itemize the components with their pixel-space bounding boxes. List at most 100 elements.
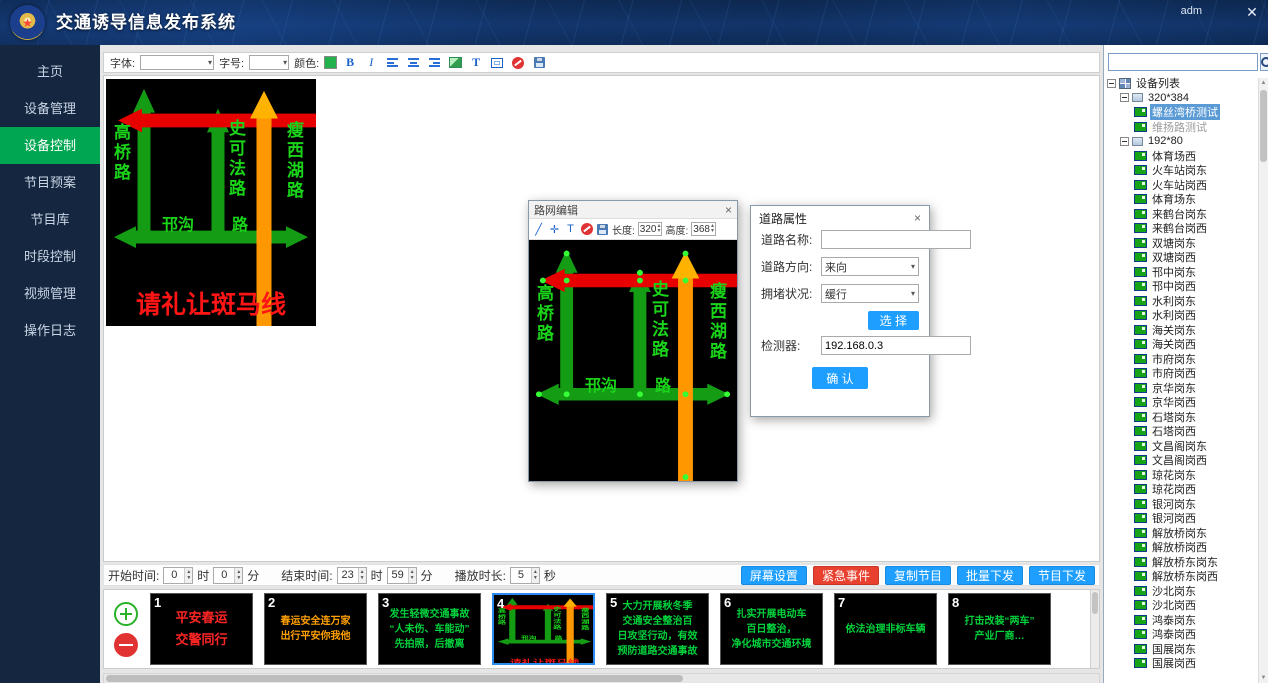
- italic-button[interactable]: I: [363, 55, 379, 71]
- fit-screen-button[interactable]: [489, 55, 505, 71]
- bold-button[interactable]: B: [342, 55, 358, 71]
- device-tree-item[interactable]: 火车站岗西: [1104, 178, 1257, 193]
- device-tree-item[interactable]: 京华岗西: [1104, 395, 1257, 410]
- congestion-select[interactable]: 缓行▾: [821, 284, 919, 303]
- device-tree-item[interactable]: 来鹤台岗东: [1104, 207, 1257, 222]
- user-menu[interactable]: adm: [1181, 5, 1202, 17]
- device-tree-item[interactable]: 文昌阁岗西: [1104, 453, 1257, 468]
- save-button[interactable]: [531, 55, 547, 71]
- tree-collapse-icon[interactable]: [1120, 137, 1129, 146]
- program-thumb-4[interactable]: 4 高桥路: [492, 593, 595, 665]
- close-icon[interactable]: ×: [725, 204, 732, 216]
- delete-button[interactable]: [510, 55, 526, 71]
- sidebar-item[interactable]: 时段控制: [0, 238, 100, 275]
- device-tree-item[interactable]: 海关岗东: [1104, 323, 1257, 338]
- close-icon[interactable]: ×: [914, 212, 921, 224]
- align-center-button[interactable]: [405, 55, 421, 71]
- device-tree-item[interactable]: 水利岗西: [1104, 308, 1257, 323]
- device-tree-item[interactable]: 琼花岗东: [1104, 468, 1257, 483]
- dialog-titlebar[interactable]: 路网编辑 ×: [529, 201, 737, 219]
- device-tree-item[interactable]: 京华岗东: [1104, 381, 1257, 396]
- scrollbar-thumb[interactable]: [106, 675, 683, 682]
- device-tree-item[interactable]: 解放桥岗西: [1104, 540, 1257, 555]
- device-tree-item[interactable]: 水利岗东: [1104, 294, 1257, 309]
- sidebar-item[interactable]: 节目库: [0, 201, 100, 238]
- program-thumb-8[interactable]: 8 打击改装“两车” 产业厂商…: [948, 593, 1051, 665]
- add-program-button[interactable]: [114, 602, 138, 626]
- batch-send-button[interactable]: 批量下发: [957, 566, 1023, 585]
- move-tool[interactable]: ✛: [548, 222, 561, 236]
- height-input[interactable]: 368▴▾: [691, 222, 716, 236]
- device-tree-item[interactable]: 市府岗西: [1104, 366, 1257, 381]
- device-tree-item[interactable]: 琼花岗西: [1104, 482, 1257, 497]
- led-preview[interactable]: 高桥路 史可法路 瘦西湖路 邗沟 路 请礼让斑马线: [106, 79, 316, 326]
- device-tree-item[interactable]: 双塘岗东: [1104, 236, 1257, 251]
- device-tree-item[interactable]: 鸿泰岗东: [1104, 613, 1257, 628]
- device-tree-item[interactable]: 解放桥岗东: [1104, 526, 1257, 541]
- program-thumb-7[interactable]: 7 依法治理非标车辆: [834, 593, 937, 665]
- sidebar-item[interactable]: 视频管理: [0, 275, 100, 312]
- device-tree-item[interactable]: 石塔岗西: [1104, 424, 1257, 439]
- select-detector-button[interactable]: 选 择: [868, 311, 919, 330]
- remove-program-button[interactable]: [114, 633, 138, 657]
- device-tree-item[interactable]: 双塘岗西: [1104, 250, 1257, 265]
- device-tree-item[interactable]: 体育场西: [1104, 149, 1257, 164]
- device-tree-item[interactable]: 来鹤台岗西: [1104, 221, 1257, 236]
- save-tool[interactable]: [596, 222, 609, 236]
- playlist-scrollbar[interactable]: [1090, 590, 1099, 668]
- text-tool[interactable]: T: [564, 222, 577, 236]
- insert-image-button[interactable]: [447, 55, 463, 71]
- spinner-icon[interactable]: ▴▾: [711, 224, 714, 234]
- font-select[interactable]: ▾: [140, 55, 214, 70]
- program-thumb-2[interactable]: 2 春运安全连万家 出行平安你我他: [264, 593, 367, 665]
- spinner-icon[interactable]: ▲▼: [408, 568, 416, 583]
- start-hour-input[interactable]: 0▲▼: [163, 567, 193, 584]
- sidebar-item[interactable]: 操作日志: [0, 312, 100, 349]
- sidebar-item[interactable]: 节目预案: [0, 164, 100, 201]
- program-thumb-5[interactable]: 5 大力开展秋冬季 交通安全整治百 日攻坚行动，有效 预防道路交通事故: [606, 593, 709, 665]
- window-close-button[interactable]: ✕: [1242, 2, 1262, 22]
- device-tree-item[interactable]: 海关岗西: [1104, 337, 1257, 352]
- spinner-icon[interactable]: ▲▼: [358, 568, 366, 583]
- align-right-button[interactable]: [426, 55, 442, 71]
- spinner-icon[interactable]: ▲▼: [531, 568, 539, 583]
- program-thumb-6[interactable]: 6 扎实开展电动车 百日整治， 净化城市交通环境: [720, 593, 823, 665]
- search-input[interactable]: [1108, 53, 1258, 71]
- tree-collapse-icon[interactable]: [1107, 79, 1116, 88]
- device-tree-item[interactable]: 体育场东: [1104, 192, 1257, 207]
- spinner-icon[interactable]: ▲▼: [234, 568, 242, 583]
- dialog-titlebar[interactable]: 道路属性 ×: [751, 206, 929, 230]
- device-tree-item[interactable]: 银河岗东: [1104, 497, 1257, 512]
- text-tool-button[interactable]: T: [468, 55, 484, 71]
- device-tree-item[interactable]: 螺丝湾桥测试: [1104, 105, 1257, 120]
- spinner-icon[interactable]: ▴▾: [657, 224, 660, 234]
- vertical-scrollbar[interactable]: ▲ ▼: [1258, 78, 1268, 683]
- device-tree-item[interactable]: 设备列表: [1104, 76, 1257, 91]
- device-tree-item[interactable]: 320*384: [1104, 91, 1257, 106]
- program-thumb-3[interactable]: 3 发生轻微交通事故 “人未伤、车能动” 先拍照，后撤离: [378, 593, 481, 665]
- device-tree-item[interactable]: 192*80: [1104, 134, 1257, 149]
- device-tree-item[interactable]: 沙北岗西: [1104, 598, 1257, 613]
- delete-tool[interactable]: [580, 222, 593, 236]
- program-send-button[interactable]: 节目下发: [1029, 566, 1095, 585]
- scrollbar-thumb[interactable]: [1260, 90, 1267, 162]
- device-tree-item[interactable]: 火车站岗东: [1104, 163, 1257, 178]
- start-minute-input[interactable]: 0▲▼: [213, 567, 243, 584]
- device-tree-item[interactable]: 邗中岗西: [1104, 279, 1257, 294]
- device-tree-item[interactable]: 解放桥东岗西: [1104, 569, 1257, 584]
- sidebar-item[interactable]: 设备管理: [0, 90, 100, 127]
- device-tree-item[interactable]: 邗中岗东: [1104, 265, 1257, 280]
- spinner-icon[interactable]: ▲▼: [184, 568, 192, 583]
- end-hour-input[interactable]: 23▲▼: [337, 567, 367, 584]
- sidebar-item[interactable]: 主页: [0, 53, 100, 90]
- screen-settings-button[interactable]: 屏幕设置: [741, 566, 807, 585]
- scroll-up-icon[interactable]: ▲: [1259, 78, 1268, 88]
- program-thumb-1[interactable]: 1 平安春运 交警同行: [150, 593, 253, 665]
- copy-program-button[interactable]: 复制节目: [885, 566, 951, 585]
- device-tree-item[interactable]: 石塔岗东: [1104, 410, 1257, 425]
- detector-input[interactable]: [821, 336, 971, 355]
- device-tree-item[interactable]: 沙北岗东: [1104, 584, 1257, 599]
- horizontal-scrollbar[interactable]: [103, 673, 1100, 683]
- duration-input[interactable]: 5▲▼: [510, 567, 540, 584]
- confirm-button[interactable]: 确 认: [812, 367, 867, 389]
